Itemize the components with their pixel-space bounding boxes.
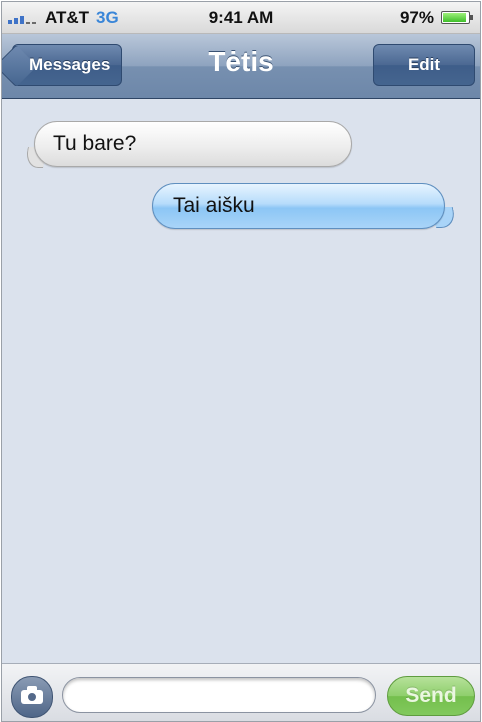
- status-bar: AT&T 3G 9:41 AM 97%: [2, 2, 480, 34]
- edit-button[interactable]: Edit: [373, 44, 475, 86]
- back-button-label: Messages: [29, 55, 111, 74]
- conversation-thread: Tu bare? Tai aišku: [2, 99, 480, 662]
- message-input-bar: Send: [2, 663, 480, 721]
- send-button[interactable]: Send: [387, 676, 475, 716]
- camera-lens: [27, 692, 37, 702]
- messages-screen: AT&T 3G 9:41 AM 97% Messages Tėtis Edit …: [1, 1, 481, 722]
- incoming-message-bubble: Tu bare?: [34, 121, 352, 167]
- outgoing-message-bubble: Tai aišku: [152, 183, 445, 229]
- camera-icon: [21, 686, 43, 704]
- message-text-field[interactable]: [62, 677, 376, 713]
- battery-percentage: 97%: [399, 8, 434, 27]
- battery-level-fill: [443, 13, 466, 22]
- navigation-bar: Messages Tėtis Edit: [2, 34, 480, 99]
- back-to-messages-button[interactable]: Messages: [2, 44, 122, 88]
- camera-button[interactable]: [11, 676, 53, 718]
- battery-icon: [441, 11, 473, 24]
